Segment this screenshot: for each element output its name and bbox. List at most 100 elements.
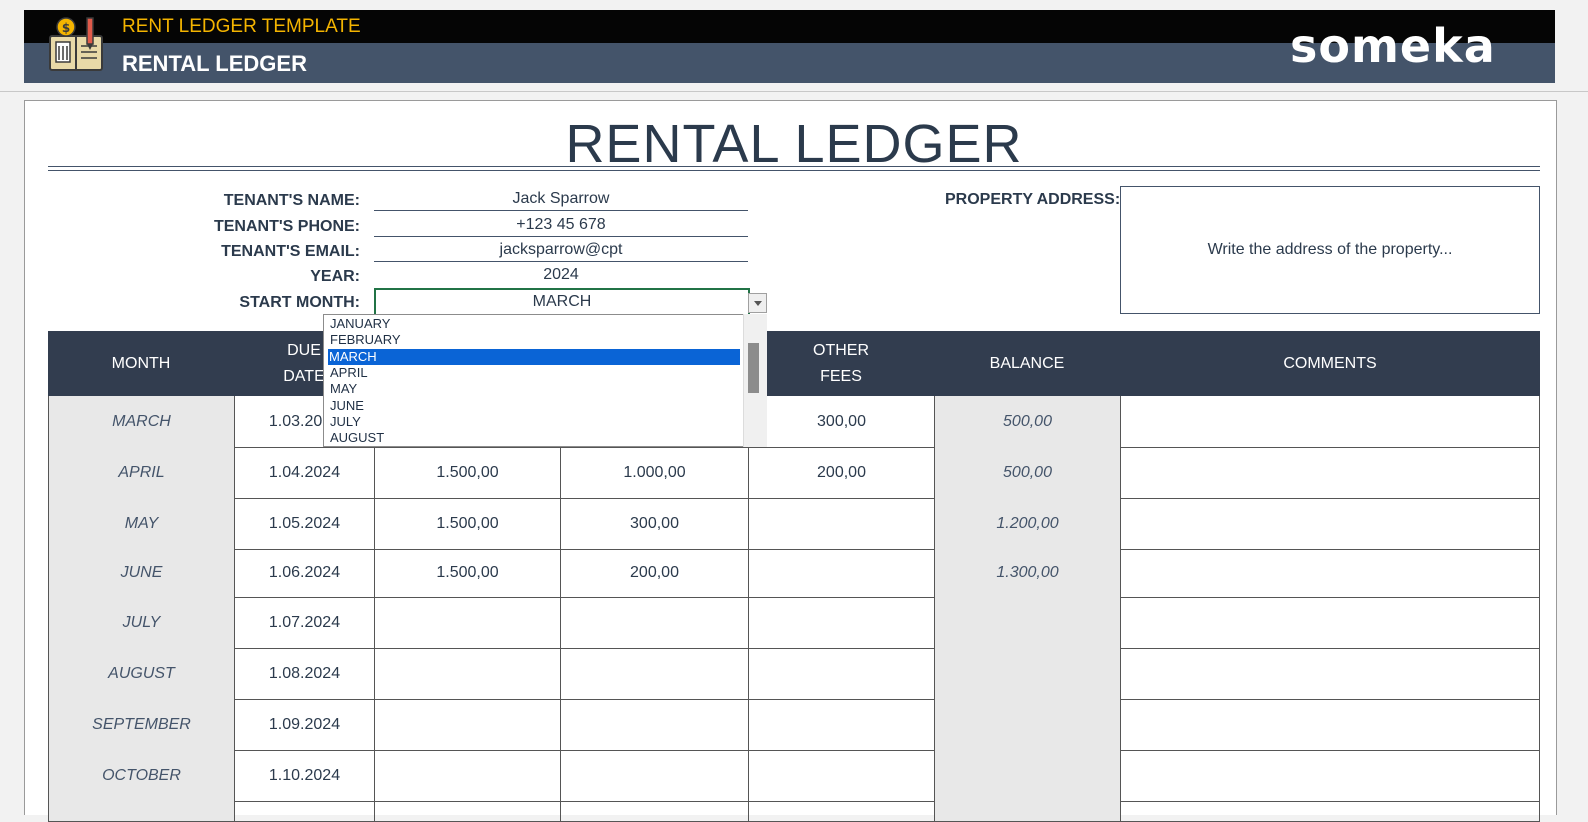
cell-paid[interactable] (560, 750, 748, 801)
cell-due[interactable]: 1.10.2024 (234, 750, 374, 801)
column-header-other-fees-line1: OTHER (813, 341, 869, 359)
cell-rent[interactable]: 1.500,00 (374, 549, 560, 597)
cell-balance[interactable] (934, 750, 1120, 801)
cell-paid[interactable]: 300,00 (560, 498, 748, 549)
cell-comments[interactable] (1120, 498, 1540, 549)
cell-balance[interactable]: 1.300,00 (934, 549, 1120, 597)
cell-fees[interactable] (748, 597, 934, 648)
cell-month[interactable]: SEPTEMBER (48, 699, 234, 750)
column-header-other-fees: OTHER FEES (748, 331, 934, 396)
cell-month[interactable]: JUNE (48, 549, 234, 597)
cell-fees[interactable] (748, 801, 934, 821)
brand-logo[interactable]: someka (1290, 18, 1496, 74)
tenant-phone-label: TENANT'S PHONE: (213, 218, 360, 235)
cell-due[interactable]: 1.06.2024 (234, 549, 374, 597)
cell-comments[interactable] (1120, 447, 1540, 498)
cell-month[interactable]: APRIL (48, 447, 234, 498)
cell-comments[interactable] (1120, 549, 1540, 597)
tenant-phone-field[interactable]: +123 45 678 (374, 214, 748, 237)
cell-rent[interactable] (374, 597, 560, 648)
cell-paid[interactable]: 200,00 (560, 549, 748, 597)
cell-rent[interactable]: 1.500,00 (374, 498, 560, 549)
cell-month[interactable]: AUGUST (48, 648, 234, 699)
cell-due[interactable]: 1.08.2024 (234, 648, 374, 699)
cell-rent[interactable]: 1.500,00 (374, 447, 560, 498)
tenant-name-label: TENANT'S NAME: (223, 192, 360, 209)
cell-balance[interactable] (934, 699, 1120, 750)
cell-month[interactable]: OCTOBER (48, 750, 234, 801)
cell-paid[interactable] (560, 648, 748, 699)
cell-paid[interactable]: 1.000,00 (560, 447, 748, 498)
table-row (48, 801, 1540, 822)
cell-fees[interactable] (748, 750, 934, 801)
dropdown-option[interactable]: JULY (329, 414, 740, 430)
cell-rent[interactable] (374, 801, 560, 821)
year-field[interactable]: 2024 (374, 264, 748, 286)
table-row: JULY 1.07.2024 (48, 597, 1540, 649)
cell-month[interactable] (48, 801, 234, 821)
cell-fees[interactable] (748, 699, 934, 750)
divider (0, 91, 1588, 92)
dropdown-option[interactable]: FEBRUARY (329, 332, 740, 348)
tenant-email-label: TENANT'S EMAIL: (221, 243, 360, 260)
column-header-comments: COMMENTS (1283, 354, 1377, 372)
cell-comments[interactable] (1120, 396, 1540, 447)
cell-due[interactable] (234, 801, 374, 821)
column-header-month: MONTH (111, 354, 171, 372)
cell-comments[interactable] (1120, 597, 1540, 648)
property-address-label: PROPERTY ADDRESS: (945, 191, 1121, 208)
cell-balance[interactable] (934, 597, 1120, 648)
cell-balance[interactable]: 1.200,00 (934, 498, 1120, 549)
dropdown-option[interactable]: MAY (329, 381, 740, 397)
cell-balance[interactable] (934, 648, 1120, 699)
cell-rent[interactable] (374, 648, 560, 699)
dropdown-option[interactable]: JANUARY (329, 316, 740, 332)
dropdown-option[interactable]: APRIL (329, 365, 740, 381)
tenant-email-field[interactable]: jacksparrow@cpt (374, 239, 748, 262)
cell-fees[interactable]: 300,00 (748, 396, 934, 447)
cell-fees[interactable] (748, 549, 934, 597)
chevron-down-icon[interactable] (748, 293, 767, 313)
cell-due[interactable]: 1.07.2024 (234, 597, 374, 648)
cell-fees[interactable]: 200,00 (748, 447, 934, 498)
cell-month[interactable]: JULY (48, 597, 234, 648)
cell-comments[interactable] (1120, 801, 1540, 821)
table-row: OCTOBER 1.10.2024 (48, 750, 1540, 802)
dropdown-option[interactable]: AUGUST (329, 430, 740, 446)
cell-rent[interactable] (374, 699, 560, 750)
cell-rent[interactable] (374, 750, 560, 801)
cell-month[interactable]: MAY (48, 498, 234, 549)
cell-comments[interactable] (1120, 699, 1540, 750)
dropdown-scrollbar-thumb[interactable] (748, 343, 759, 393)
cell-fees[interactable] (748, 648, 934, 699)
dropdown-option[interactable]: JUNE (329, 398, 740, 414)
start-month-select[interactable]: MARCH (374, 288, 750, 316)
dropdown-option[interactable]: MARCH (328, 348, 740, 365)
cell-due[interactable]: 1.09.2024 (234, 699, 374, 750)
cell-paid[interactable] (560, 699, 748, 750)
cell-balance[interactable] (934, 801, 1120, 821)
property-address-field[interactable]: Write the address of the property... (1120, 186, 1540, 314)
cell-paid[interactable] (560, 801, 748, 821)
cell-fees[interactable] (748, 498, 934, 549)
cell-due[interactable]: 1.04.2024 (234, 447, 374, 498)
cell-comments[interactable] (1120, 750, 1540, 801)
cell-paid[interactable] (560, 597, 748, 648)
month-dropdown-list[interactable]: JANUARY FEBRUARY MARCH APRIL MAY JUNE JULY AUGU… (323, 314, 767, 447)
header-title: RENTAL LEDGER (122, 51, 307, 76)
header-subtitle: RENT LEDGER TEMPLATE (122, 16, 361, 37)
cell-comments[interactable] (1120, 648, 1540, 699)
cell-month[interactable]: MARCH (48, 396, 234, 447)
cell-balance[interactable]: 500,00 (934, 447, 1120, 498)
start-month-label: START MONTH: (239, 294, 360, 311)
cell-due[interactable]: 1.05.2024 (234, 498, 374, 549)
ledger-book-icon: $ (49, 17, 103, 71)
table-row: APRIL 1.04.2024 1.500,00 1.000,00 200,00 500,… (48, 447, 1540, 499)
column-header-other-fees-line2: FEES (820, 367, 862, 385)
column-header-balance: BALANCE (989, 354, 1065, 372)
table-row: AUGUST 1.08.2024 (48, 648, 1540, 700)
cell-balance[interactable]: 500,00 (934, 396, 1120, 447)
column-header-due-date-line2: DATE (283, 367, 325, 385)
svg-text:$: $ (62, 21, 70, 35)
tenant-name-field[interactable]: Jack Sparrow (374, 188, 748, 211)
